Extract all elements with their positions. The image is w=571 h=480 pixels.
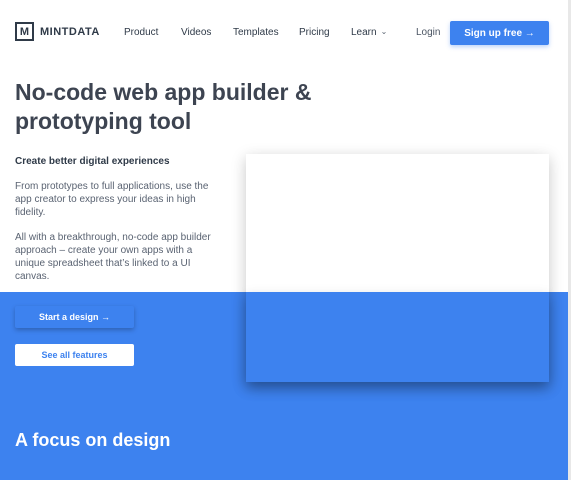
see-features-button[interactable]: See all features bbox=[15, 344, 134, 366]
nav-item-learn[interactable]: Learn ⌄ bbox=[351, 27, 387, 38]
logo-mark-icon: M bbox=[15, 22, 34, 41]
logo-text: MINTDATA bbox=[40, 25, 100, 38]
nav-item-pricing[interactable]: Pricing bbox=[299, 27, 330, 38]
signup-button[interactable]: Sign up free → bbox=[450, 21, 549, 45]
site-header: M MINTDATA Product Videos Templates Pric… bbox=[0, 0, 571, 66]
nav-item-videos[interactable]: Videos bbox=[181, 27, 211, 38]
section-title: A focus on design bbox=[15, 430, 171, 450]
page-title: No-code web app builder & prototyping to… bbox=[15, 79, 312, 134]
hero-subhead: Create better digital experiences bbox=[15, 156, 170, 167]
chevron-down-icon: ⌄ bbox=[380, 27, 388, 36]
nav-item-learn-label: Learn bbox=[351, 27, 377, 38]
hero-paragraph-1: From prototypes to full applications, us… bbox=[15, 181, 209, 218]
logo[interactable]: M MINTDATA bbox=[15, 22, 100, 41]
hero-paragraph-2: All with a breakthrough, no-code app bui… bbox=[15, 232, 211, 282]
app-preview-card-lower bbox=[246, 292, 549, 382]
start-design-button[interactable]: Start a design → bbox=[15, 306, 134, 328]
nav-item-product[interactable]: Product bbox=[124, 27, 158, 38]
nav-item-templates[interactable]: Templates bbox=[233, 27, 279, 38]
page: M MINTDATA Product Videos Templates Pric… bbox=[0, 0, 571, 480]
login-link[interactable]: Login bbox=[416, 27, 440, 38]
